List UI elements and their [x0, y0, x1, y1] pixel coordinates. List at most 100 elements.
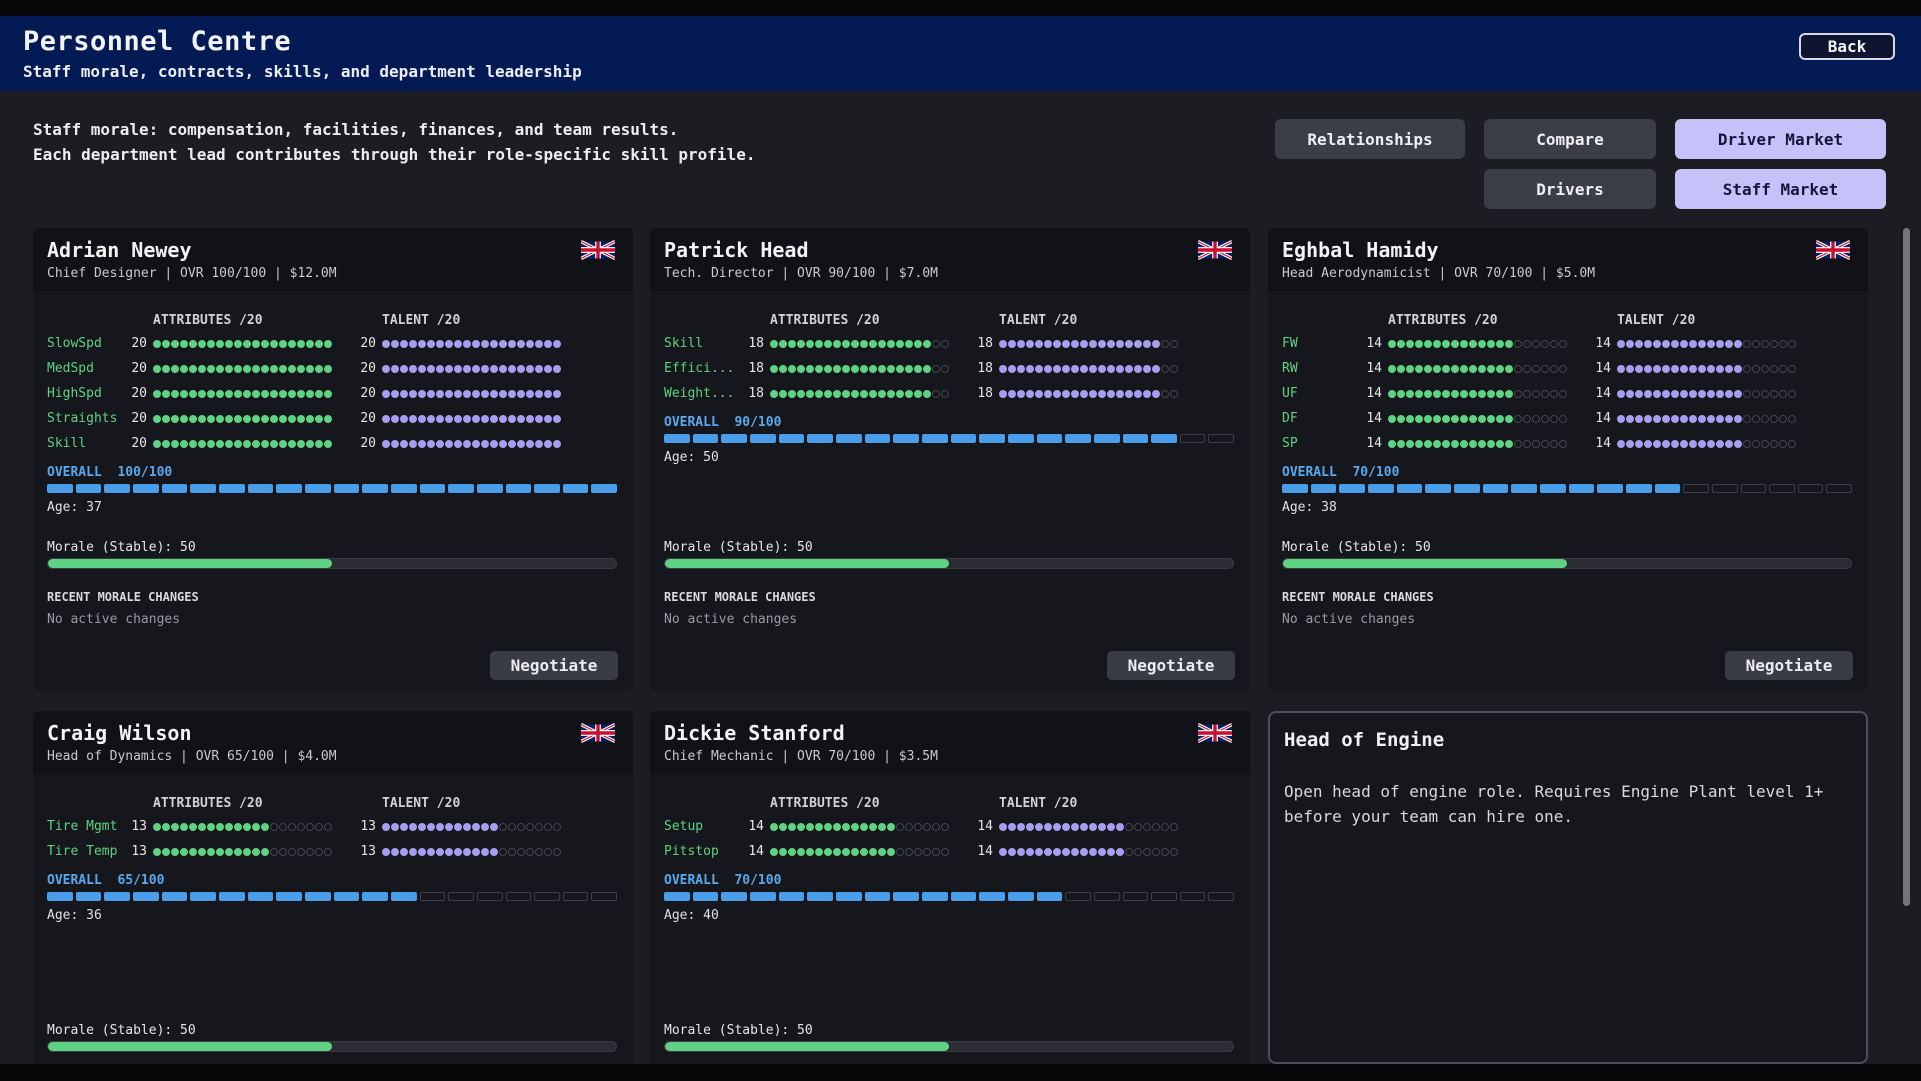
- pip: [1662, 440, 1670, 448]
- pip: [418, 340, 426, 348]
- pip: [1653, 365, 1661, 373]
- pip: [1143, 340, 1151, 348]
- pip: [1716, 340, 1724, 348]
- talent-value: 14: [1595, 336, 1611, 351]
- staff-name: Craig Wilson: [47, 721, 192, 745]
- scrollbar[interactable]: [1903, 228, 1910, 906]
- negotiate-button[interactable]: Negotiate: [490, 651, 618, 680]
- pip: [1170, 823, 1178, 831]
- pip: [526, 848, 534, 856]
- pip: [1098, 340, 1106, 348]
- overall-bar: [47, 484, 618, 493]
- drivers-button[interactable]: Drivers: [1484, 169, 1656, 209]
- pip: [1487, 440, 1495, 448]
- pip: [180, 848, 188, 856]
- vacancy-text: Open head of engine role. Requires Engin…: [1284, 782, 1824, 826]
- overall-label: OVERALL: [47, 873, 102, 888]
- pip: [1761, 440, 1769, 448]
- overall-segment: [476, 892, 503, 901]
- compare-button[interactable]: Compare: [1484, 119, 1656, 159]
- pip: [499, 390, 507, 398]
- recent-morale-empty: No active changes: [47, 612, 181, 627]
- stat-row: MedSpd 20 20: [47, 361, 617, 377]
- pip: [1406, 340, 1414, 348]
- pip: [1008, 823, 1016, 831]
- pip: [1062, 390, 1070, 398]
- overall-segment: [864, 892, 891, 901]
- morale-label: Morale (Stable): 50: [47, 540, 196, 555]
- pip: [1478, 390, 1486, 398]
- stat-row: SlowSpd 20 20: [47, 336, 617, 352]
- pip: [878, 390, 886, 398]
- pip: [1505, 415, 1513, 423]
- overall-segment: [1036, 892, 1063, 901]
- pip: [234, 365, 242, 373]
- staff-market-button[interactable]: Staff Market: [1675, 169, 1886, 209]
- back-button[interactable]: Back: [1799, 33, 1895, 60]
- pip: [1541, 440, 1549, 448]
- pip: [1143, 823, 1151, 831]
- pip: [252, 365, 260, 373]
- relationships-button[interactable]: Relationships: [1275, 119, 1465, 159]
- pip: [1550, 390, 1558, 398]
- pip: [1779, 390, 1787, 398]
- pip: [1017, 848, 1025, 856]
- pip: [1698, 415, 1706, 423]
- pip: [1026, 340, 1034, 348]
- pip: [842, 390, 850, 398]
- pip: [544, 415, 552, 423]
- pip: [1415, 340, 1423, 348]
- pip: [788, 340, 796, 348]
- pip: [409, 415, 417, 423]
- pip: [1743, 415, 1751, 423]
- pip: [324, 340, 332, 348]
- pip: [427, 823, 435, 831]
- pip: [806, 340, 814, 348]
- pip: [261, 365, 269, 373]
- pip: [1716, 440, 1724, 448]
- pip: [1062, 340, 1070, 348]
- pip: [1044, 823, 1052, 831]
- negotiate-button[interactable]: Negotiate: [1725, 651, 1853, 680]
- pip: [860, 390, 868, 398]
- staff-meta: Head of Dynamics | OVR 65/100 | $4.0M: [47, 749, 337, 764]
- pip: [445, 390, 453, 398]
- pip: [499, 440, 507, 448]
- overall-segment: [104, 484, 130, 493]
- staff-name: Eghbal Hamidy: [1282, 238, 1439, 262]
- pip: [1626, 415, 1634, 423]
- pip: [1725, 440, 1733, 448]
- talent-value: 14: [977, 844, 993, 859]
- pip: [391, 390, 399, 398]
- pip: [1689, 340, 1697, 348]
- pip: [1707, 365, 1715, 373]
- overall-segment: [1179, 892, 1206, 901]
- talent-pips: [999, 365, 1178, 373]
- pip: [1053, 390, 1061, 398]
- pip: [1451, 340, 1459, 348]
- pip: [833, 365, 841, 373]
- staff-name: Patrick Head: [664, 238, 809, 262]
- overall-segment: [1179, 434, 1206, 443]
- negotiate-button[interactable]: Negotiate: [1107, 651, 1235, 680]
- pip: [1788, 365, 1796, 373]
- overall-segment: [476, 484, 503, 493]
- pip: [1559, 415, 1567, 423]
- pip: [1478, 365, 1486, 373]
- pip: [234, 823, 242, 831]
- staff-card: Patrick Head Tech. Director | OVR 90/100 …: [650, 228, 1250, 691]
- pip: [463, 440, 471, 448]
- pip: [878, 823, 886, 831]
- attribute-value: 18: [748, 361, 764, 376]
- pip: [225, 390, 233, 398]
- pip: [463, 415, 471, 423]
- pip: [1460, 340, 1468, 348]
- attribute-value: 13: [131, 844, 147, 859]
- driver-market-button[interactable]: Driver Market: [1675, 119, 1886, 159]
- pip: [225, 848, 233, 856]
- pip: [409, 365, 417, 373]
- pip: [905, 390, 913, 398]
- uk-flag-icon: [1198, 723, 1232, 743]
- pip: [1644, 390, 1652, 398]
